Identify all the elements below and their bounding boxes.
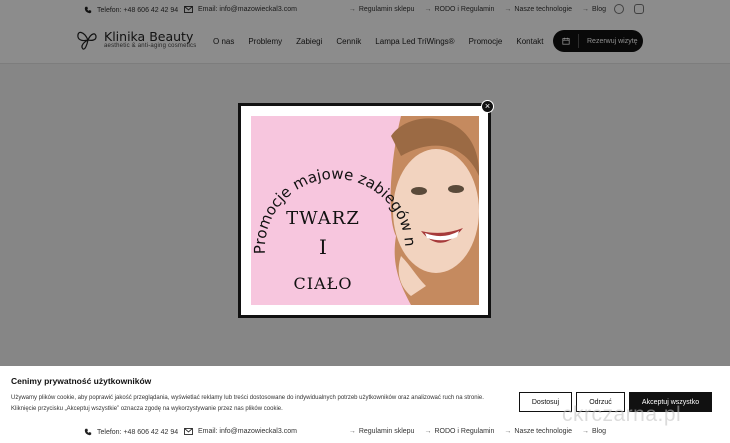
cookie-title: Cenimy prywatność użytkowników (11, 376, 152, 386)
bottom-phone-contact[interactable]: Telefon: +48 606 42 42 94 (84, 428, 178, 436)
bottom-links: → Regulamin sklepu → RODO i Regulamin → Nas… (349, 428, 606, 435)
phone-icon (84, 428, 92, 436)
arrow-right-icon: → (504, 428, 512, 435)
arrow-right-icon: → (424, 428, 432, 435)
bottom-phone-text: Telefon: +48 606 42 42 94 (97, 428, 179, 436)
bottom-link-blog[interactable]: → Blog (582, 428, 606, 435)
bottom-link-rodo[interactable]: → RODO i Regulamin (424, 428, 494, 435)
arrow-right-icon: → (348, 428, 356, 435)
arrow-right-icon: → (581, 428, 589, 435)
promo-graphic: Promocje majowe zabiegów na TWARZ I CIAŁ… (251, 116, 479, 305)
bottom-email-text: Email: info@mazowieckal3.com (198, 428, 297, 435)
promo-line-i: I (319, 235, 327, 259)
bottom-email-contact[interactable]: Email: info@mazowieckal3.com (184, 428, 297, 435)
promo-line-twarz: TWARZ (286, 208, 360, 229)
cookie-text: Używamy plików cookie, aby poprawić jako… (11, 395, 484, 412)
promo-line-cialo: CIAŁO (294, 274, 353, 293)
close-modal-button[interactable]: × (481, 100, 494, 113)
bottom-link-regulamin[interactable]: → Regulamin sklepu (349, 428, 415, 435)
bottom-link-technologie[interactable]: → Nasze technologie (504, 428, 572, 435)
watermark: ckrczarna.pl (562, 403, 682, 426)
close-icon: × (484, 101, 491, 111)
promo-modal: Promocje majowe zabiegów na TWARZ I CIAŁ… (238, 103, 491, 318)
envelope-icon (184, 428, 193, 435)
promo-banner[interactable]: Promocje majowe zabiegów na TWARZ I CIAŁ… (251, 116, 479, 305)
